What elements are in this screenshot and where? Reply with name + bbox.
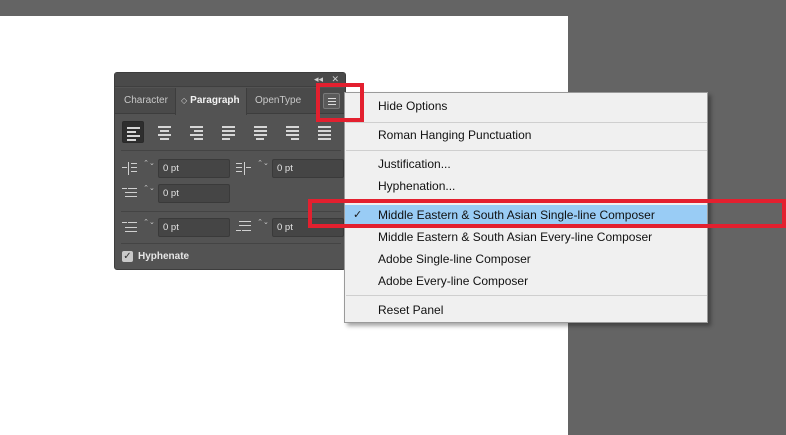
hyphenate-checkbox[interactable]: ✓ [122,251,133,262]
panel-title-bar[interactable]: ◂◂ ✕ [115,73,345,87]
space-before-icon [122,219,138,235]
menu-item-justification[interactable]: Justification... [345,154,707,174]
space-before-input[interactable]: 0 pt [158,218,230,237]
align-right-button[interactable] [186,121,208,143]
left-indent-icon [122,160,138,176]
divider [121,243,341,244]
menu-separator [346,295,707,296]
menu-item-roman-hanging-punctuation[interactable]: Roman Hanging Punctuation [345,125,707,145]
menu-item-hide-options[interactable]: Hide Options [345,96,707,116]
align-left-button[interactable] [122,121,144,143]
align-center-button[interactable] [154,121,176,143]
first-line-indent-icon [122,185,138,201]
menu-item-adobe-every-line-composer[interactable]: Adobe Every-line Composer [345,271,707,291]
panel-tabs: Character ◇ Paragraph OpenType [115,88,345,115]
right-indent-stepper[interactable]: ⌃⌄ [256,159,270,178]
first-line-indent-input[interactable]: 0 pt [158,184,230,203]
right-indent-input[interactable]: 0 pt [272,159,344,178]
space-before-group: ⌃⌄ 0 pt [122,218,232,237]
tab-opentype[interactable]: OpenType [255,88,301,114]
menu-separator [346,122,707,123]
first-line-indent-stepper[interactable]: ⌃⌄ [142,184,156,203]
right-indent-icon [236,160,252,176]
tab-character[interactable]: Character [124,88,168,114]
justify-all-button[interactable] [314,121,336,143]
hyphenate-label: Hyphenate [138,251,190,262]
justify-last-left-button[interactable] [218,121,240,143]
tab-paragraph-label: Paragraph [190,95,240,106]
menu-item-me-every-line-composer[interactable]: Middle Eastern & South Asian Every-line … [345,227,707,247]
alignment-buttons [121,121,343,143]
left-indent-stepper[interactable]: ⌃⌄ [142,159,156,178]
space-after-stepper[interactable]: ⌃⌄ [256,218,270,237]
paragraph-panel: ◂◂ ✕ Character ◇ Paragraph OpenType ⌃⌄ 0… [114,72,346,270]
tab-sort-icon: ◇ [181,96,188,105]
left-indent-input[interactable]: 0 pt [158,159,230,178]
space-before-stepper[interactable]: ⌃⌄ [142,218,156,237]
space-after-icon [236,219,252,235]
justify-last-right-button[interactable] [282,121,304,143]
menu-item-hyphenation[interactable]: Hyphenation... [345,176,707,196]
right-indent-group: ⌃⌄ 0 pt [236,159,346,178]
menu-separator [346,150,707,151]
menu-item-adobe-single-line-composer[interactable]: Adobe Single-line Composer [345,249,707,269]
menu-item-reset-panel[interactable]: Reset Panel [345,300,707,320]
divider [121,150,341,151]
first-line-indent-group: ⌃⌄ 0 pt [122,184,232,203]
annotation-box-composer-item [308,199,786,228]
annotation-box-menu-button [316,83,364,122]
justify-last-center-button[interactable] [250,121,272,143]
tab-paragraph[interactable]: ◇ Paragraph [175,88,247,115]
left-indent-group: ⌃⌄ 0 pt [122,159,232,178]
